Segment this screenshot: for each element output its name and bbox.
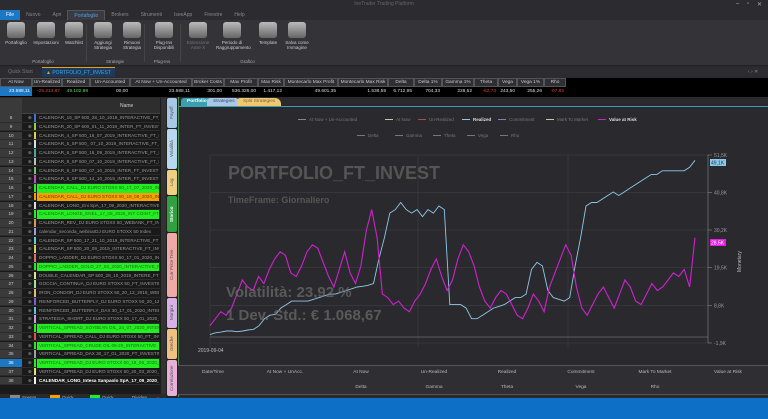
legend-item[interactable]: Value at Risk	[598, 117, 637, 122]
legend-label: Theta	[444, 133, 456, 138]
legend-item[interactable]: Gamma	[395, 133, 422, 138]
crosshair-col-label: Theta	[500, 385, 514, 390]
legend-label: At Now	[396, 117, 411, 122]
legend-label: Value at Risk	[609, 117, 637, 122]
last-value-label: 49,1K	[711, 161, 725, 167]
legend-label: Vega	[478, 133, 489, 138]
crosshair-values-table: Date/Time At Now + UnAcc. At Now Un-Realize…	[178, 365, 768, 395]
crosshair-col-label: Un-Realized	[420, 370, 448, 375]
legend-line	[418, 119, 426, 121]
legend-item[interactable]: Rho	[500, 133, 519, 138]
y-tick-label: 30,2K	[714, 228, 728, 234]
taskbar	[0, 398, 768, 419]
y-axis-label: Monetary	[737, 251, 743, 272]
legend-item[interactable]: Commitment	[498, 117, 535, 122]
legend-line	[467, 135, 475, 137]
crosshair-col-label: Realized	[497, 370, 517, 375]
y-tick-label: -1,9K	[714, 341, 727, 347]
legend-line	[357, 135, 365, 137]
legend-label: Gamma	[406, 133, 423, 138]
y-tick-label: 19,5K	[714, 266, 728, 272]
legend-line	[298, 119, 306, 121]
portfolio-chart: 51,5K 40,8K 30,2K 19,5K 8,8K -1,9K 2019-09-04 M…	[198, 153, 743, 354]
legend-item[interactable]: Theta	[433, 133, 456, 138]
overlay-timeframe: TimeFrame: Giornaliero	[228, 195, 330, 205]
last-value-label: 28,5K	[711, 241, 725, 247]
crosshair-col-label: Date/Time	[202, 370, 224, 375]
y-tick-label: 51,5K	[714, 153, 728, 159]
legend-label: Delta	[368, 133, 379, 138]
x-tick-label: 2019-09-04	[198, 348, 224, 354]
crosshair-col-label: At Now + UnAcc.	[266, 370, 304, 375]
legend-line	[385, 119, 393, 121]
crosshair-col-label: Commitment	[567, 370, 595, 375]
legend-line	[546, 119, 554, 121]
legend-item[interactable]: Vega	[467, 133, 488, 138]
legend-line	[462, 119, 470, 121]
legend-line	[598, 119, 606, 121]
crosshair-col-label: Mark To Market	[638, 370, 672, 375]
overlay-devstd: 1 Dev. Std.: € 1.068,67	[226, 307, 382, 324]
crosshair-col-label: Vega	[575, 385, 587, 390]
legend-label: Un-Realized	[429, 117, 454, 122]
crosshair-col-label: Rho	[650, 385, 660, 390]
legend-item[interactable]: Realized	[462, 117, 491, 122]
crosshair-col-label: Gamma	[425, 385, 443, 390]
legend-line	[395, 135, 403, 137]
legend-label: At Now + Un-Accounted	[309, 117, 358, 122]
legend-label: Rho	[511, 133, 520, 138]
legend-label: Realized	[473, 117, 492, 122]
legend-item[interactable]: Un-Realized	[418, 117, 454, 122]
legend-item[interactable]: Delta	[357, 133, 379, 138]
overlay-title: PORTFOLIO_FT_INVEST	[228, 163, 441, 183]
legend-line	[433, 135, 441, 137]
crosshair-col-label: Value at Risk	[714, 370, 742, 375]
legend-label: Commitment	[509, 117, 535, 122]
overlay-volatility: Volatilità: 23,92 %	[226, 284, 352, 301]
legend-label: Mark To Market	[557, 117, 588, 122]
legend-item[interactable]: At Now	[385, 117, 411, 122]
crosshair-col-label: Delta	[355, 385, 367, 390]
legend-item[interactable]: Mark To Market	[546, 117, 588, 122]
y-tick-label: 40,8K	[714, 191, 728, 197]
legend-item[interactable]: At Now + Un-Accounted	[298, 117, 357, 122]
y-tick-label: 8,8K	[714, 303, 725, 309]
crosshair-col-label: At Now	[353, 370, 369, 375]
legend-line	[498, 119, 506, 121]
legend-line	[500, 135, 508, 137]
